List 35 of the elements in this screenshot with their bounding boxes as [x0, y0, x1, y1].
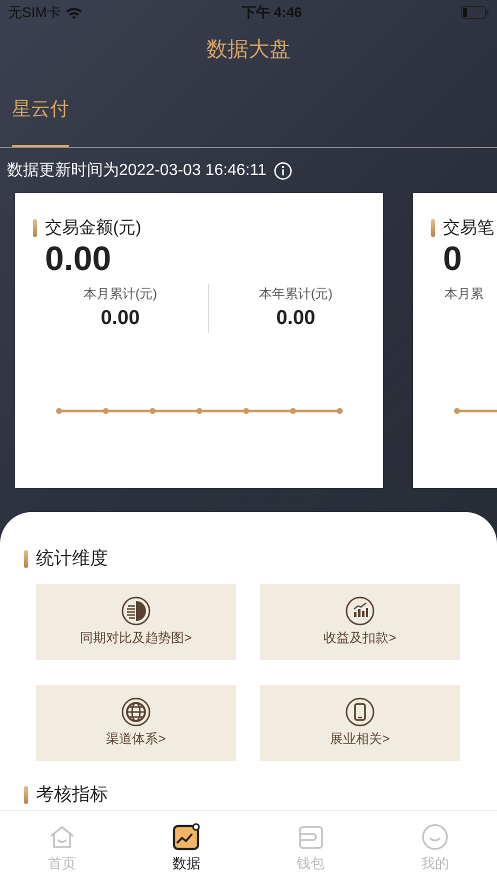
info-icon [274, 162, 292, 180]
category-tile[interactable]: 收益及扣款> [260, 584, 460, 660]
home-icon [48, 823, 76, 851]
section-title: 考核指标 [36, 783, 108, 806]
metric-value: 0.00 [45, 240, 112, 278]
category-tile[interactable]: 渠道体系> [36, 685, 236, 761]
wallet-icon [296, 823, 325, 851]
wifi-icon [64, 6, 83, 18]
phone-icon [345, 697, 375, 728]
tab[interactable]: 星云付 [12, 76, 69, 147]
stat-value: 0.00 [100, 306, 141, 332]
page-title: 数据大盘 [206, 37, 290, 64]
battery-icon [461, 6, 489, 18]
globe-icon [121, 697, 151, 728]
accent-bar [431, 218, 435, 237]
accent-bar [24, 550, 28, 568]
stat-label: 本年累计(元) [258, 284, 334, 303]
metric-value: 0 [443, 240, 463, 278]
tab-bar-item[interactable]: 数据 [124, 811, 248, 883]
card-title: 交易笔 [443, 217, 494, 239]
accent-bar [24, 786, 28, 804]
category-tile[interactable]: 同期对比及趋势图> [36, 584, 236, 660]
bar-chart-icon [345, 596, 375, 626]
smiley-icon [420, 823, 449, 851]
chart-icon [172, 823, 200, 851]
card-title: 交易金额(元) [45, 217, 142, 239]
section-title: 统计维度 [36, 547, 108, 570]
stat-value: 0.00 [275, 306, 316, 332]
carrier-text: 无SIM卡 [8, 2, 61, 22]
stat-label: 本月累 [444, 284, 484, 303]
category-tile[interactable]: 展业相关> [260, 685, 460, 761]
half-circle-icon [121, 596, 151, 626]
stat-label: 本月累计(元) [82, 284, 158, 303]
accent-bar [33, 218, 37, 237]
update-time-text: 数据更新时间为2022-03-03 16:46:11 [7, 160, 266, 180]
